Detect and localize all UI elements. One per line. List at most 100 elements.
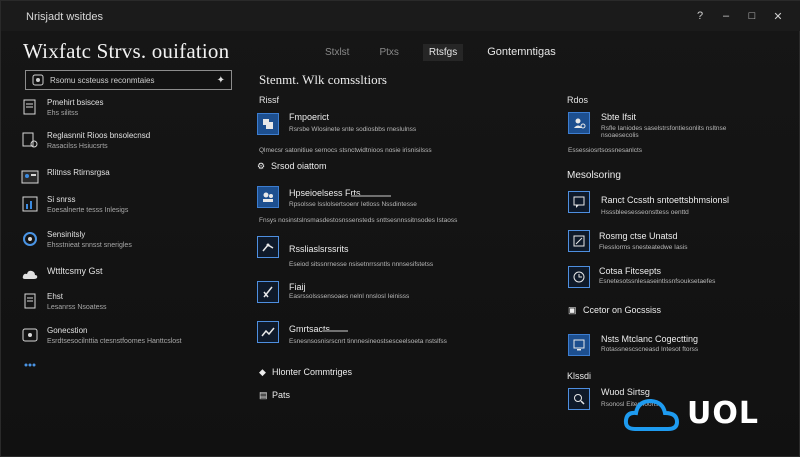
app-window: Nrisjadt wsitdes ? – □ ✕ Wixfatc Strvs. … xyxy=(0,0,800,457)
trend-icon xyxy=(261,327,275,337)
item-desc: Eseiod sitssnrnesse nsisetnrrssntls nnns… xyxy=(289,261,434,268)
sidebar-item-sub: Ehsstnieat snnsst snerigles xyxy=(47,242,132,249)
search-doc-tile[interactable] xyxy=(568,388,590,410)
sidebar-item-sub: Lesanrss Nsoatess xyxy=(47,304,107,311)
item-title[interactable]: Nsts Mtclanc Cogectting xyxy=(601,334,698,344)
center-section-head: Rissf xyxy=(259,95,279,105)
person-settings-tile[interactable] xyxy=(568,112,590,134)
sidebar-item-title: Ehst xyxy=(47,292,64,301)
tab-2[interactable]: Ptxs xyxy=(373,44,404,61)
item-desc: Esnesnsosnisrscnrt tinnnesineostsesceels… xyxy=(289,338,447,345)
item-desc: Rotassnescscneasd Intesot ftorss xyxy=(601,346,699,353)
minimize-button[interactable]: – xyxy=(715,7,737,25)
item-title[interactable]: Rssliaslsrssrits xyxy=(289,244,349,254)
item-desc: Hsssbleesesseonsttess oenttd xyxy=(601,209,689,216)
puzzle-tile[interactable] xyxy=(257,113,279,135)
item-desc: Essessiosrtsossnesanlcts xyxy=(568,147,643,154)
monitor-tile[interactable] xyxy=(568,334,590,356)
trend-tile[interactable] xyxy=(257,321,279,343)
people-tile[interactable] xyxy=(257,186,279,208)
item-title[interactable]: Gmrtsacts xyxy=(289,324,330,334)
person-settings-icon xyxy=(574,118,586,129)
puzzle-icon xyxy=(263,119,273,129)
sidebar-item-title: Gonecstion xyxy=(47,326,88,335)
doc-icon: ▤ xyxy=(259,390,268,400)
info-icon xyxy=(22,328,38,342)
chart-doc-icon xyxy=(22,196,38,212)
close-button[interactable]: ✕ xyxy=(767,7,789,25)
search-box[interactable]: Rsomu scsteuss reconmtaies ✦ xyxy=(25,70,232,90)
item-desc: Rsfle Ianiodes saselstrsfontiesonlits ns… xyxy=(601,125,727,139)
sidebar-item-title: Reglasnnit Rioos bnsolecnsd xyxy=(47,131,151,140)
share-icon xyxy=(262,243,274,252)
progress-line xyxy=(323,330,348,332)
doc-settings-icon xyxy=(22,132,38,148)
search-icon xyxy=(32,74,44,86)
chat-tile[interactable] xyxy=(568,191,590,213)
sidebar-item-sub: Esrdtsesocilnttia ctesnstfoomes Hanttcsl… xyxy=(47,338,182,345)
cloud-icon xyxy=(22,270,38,279)
search-input[interactable]: Rsomu scsteuss reconmtaies xyxy=(50,76,217,85)
tab-1[interactable]: Stxlst xyxy=(319,44,355,61)
time-icon xyxy=(573,271,585,283)
item-title[interactable]: Ranct Ccssth sntoettsbhmsionsl xyxy=(601,195,729,205)
person-card-icon xyxy=(21,170,39,184)
item-desc: Rpsolsse lsslolsertsoenr Ietloss Nssdint… xyxy=(289,201,417,208)
item-title[interactable]: Fmpoerict xyxy=(289,112,329,122)
progress-line xyxy=(351,195,391,197)
app-title: Nrisjadt wsitdes xyxy=(26,11,104,23)
link-icon: ⚙ xyxy=(257,161,266,171)
item-title[interactable]: Fiaij xyxy=(289,282,306,292)
help-button[interactable]: ? xyxy=(689,7,711,25)
people-icon xyxy=(263,192,273,202)
item-desc: Rsrsbe Wlosinete snte sodiosbbs rnesluln… xyxy=(289,126,417,133)
item-title[interactable]: Rosmg ctse Unatsd xyxy=(599,231,678,241)
item-desc: Qlmecsr satonitiue sernocs stsnctwidtnio… xyxy=(259,147,432,154)
share-tile[interactable] xyxy=(257,236,279,258)
item-title[interactable]: Hlonter Commtriges xyxy=(272,367,352,377)
title-bar: Nrisjadt wsitdes ? – □ ✕ xyxy=(1,1,800,31)
diamond-icon: ◆ xyxy=(259,367,266,377)
pointer-icon: ✦ xyxy=(216,74,225,86)
item-title[interactable]: Sbte Ifsit xyxy=(601,112,636,122)
refresh-icon xyxy=(23,232,37,246)
sidebar-item-title: Wttltcsmy Gst xyxy=(47,266,103,276)
item-title[interactable]: Pats xyxy=(272,390,290,400)
section-head: Mesolsoring xyxy=(567,170,621,181)
item-title[interactable]: Cotsa Fitcsepts xyxy=(599,266,661,276)
tab-bar: Stxlst Ptxs Rtsfgs Gontemntigas xyxy=(319,43,562,61)
item-title[interactable]: Ccetor on Gocssiss xyxy=(583,305,661,315)
item-desc: Fnsys nosinstslnsmasdestosnssensteds snt… xyxy=(259,217,458,224)
tools-icon xyxy=(263,286,273,298)
sidebar-item-title: Pmehirt bsisces xyxy=(47,98,104,107)
window-controls: ? – □ ✕ xyxy=(689,7,789,25)
item-desc: Easrssolsssensoaes nelnl nnslosl Ieiniss… xyxy=(289,293,410,300)
item-title[interactable]: Srsod oiattom xyxy=(271,161,327,171)
watermark-text: UOL xyxy=(687,395,759,431)
tools-tile[interactable] xyxy=(257,281,279,303)
page-title: Wixfatc Strvs. ouifation xyxy=(23,39,230,63)
dots-icon xyxy=(24,363,36,367)
chat-edit-icon xyxy=(573,235,585,247)
watermark: UOL xyxy=(623,393,759,433)
list-icon xyxy=(24,293,36,309)
time-tile[interactable] xyxy=(568,266,590,288)
maximize-button[interactable]: □ xyxy=(741,7,763,25)
document-icon xyxy=(23,99,36,115)
section-title: Stenmt. Wlk comssltiors xyxy=(259,72,387,87)
screen-icon: ▣ xyxy=(568,305,577,315)
chat-icon xyxy=(573,196,585,208)
search-doc-icon xyxy=(574,394,585,405)
sidebar-item-title: Sensinitsly xyxy=(47,230,86,239)
item-desc: Flesslorms snesteatedwe Iasis xyxy=(599,244,688,251)
sidebar-item-title: Rlitnss Rtirnsrgsa xyxy=(47,168,110,177)
tab-3[interactable]: Rtsfgs xyxy=(422,43,464,61)
sidebar-item-sub: Eoesalnerte tesss Inlesigs xyxy=(47,207,129,214)
item-desc: Esnetesotssnlesaseintlssnfsouksetaefes xyxy=(599,278,716,285)
chat-edit-tile[interactable] xyxy=(568,230,590,252)
sidebar-item-sub: Rasacilss Hsiucsrts xyxy=(47,143,108,150)
tab-4[interactable]: Gontemntigas xyxy=(481,43,561,61)
item-title[interactable]: Hpseioelsess Frts xyxy=(289,188,361,198)
monitor-icon xyxy=(573,339,585,351)
section-head: Klssdi xyxy=(567,371,592,381)
